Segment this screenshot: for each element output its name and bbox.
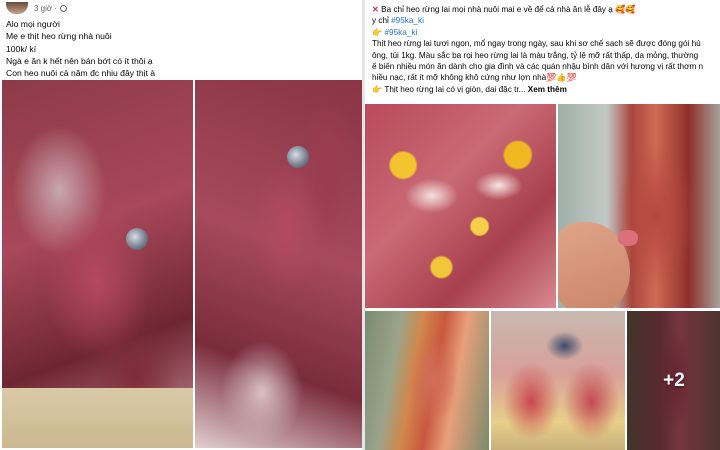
caption-line: ế biến nhiều món ăn dành cho gia đình và…	[372, 62, 704, 72]
post-photo-4[interactable]	[491, 311, 625, 450]
post-timestamp[interactable]: 3 giờ ·	[34, 3, 68, 13]
pig-eye	[126, 228, 148, 250]
hashtag-link[interactable]: #95ka_ki	[391, 16, 424, 25]
post-header: 3 giờ ·	[6, 2, 68, 14]
timestamp-text: 3 giờ ·	[34, 3, 58, 13]
more-photos-count: +2	[663, 369, 685, 391]
post-photo-1[interactable]	[365, 104, 556, 308]
caption-line: 100k/ kí	[6, 43, 37, 54]
caption-text: y chỉ	[372, 16, 389, 26]
pig-eye	[287, 146, 309, 168]
post-photo-5[interactable]: +2	[627, 311, 720, 450]
avatar[interactable]	[6, 2, 28, 14]
post-caption: Alo mọi người Mẹ e thịt heo rừng nhà nuô…	[6, 18, 155, 79]
post-photo-2[interactable]	[558, 104, 720, 308]
pointing-hand-icon: 👉	[372, 84, 383, 94]
post-photo-1[interactable]	[2, 80, 193, 448]
caption-text: Ba chỉ heo rừng lai mọi nhà nuôi mai e v…	[381, 5, 613, 14]
cross-emoji-icon: ✕	[372, 5, 379, 14]
caption-text: Thịt heo rừng lai có vị giòn, dai đặc tr…	[384, 84, 526, 94]
caption-line: ông, túi 1kg. Màu sắc ba rọi heo rừng la…	[372, 50, 699, 60]
caption-line: y chỉ #95ka_ki	[372, 15, 703, 26]
post-photo-2[interactable]	[195, 80, 362, 448]
right-post: ✕ Ba chỉ heo rừng lai mọi nhà nuôi mai e…	[362, 0, 720, 450]
emoji-group: 🥰🥰	[615, 5, 636, 14]
caption-line: 👉 Thịt heo rừng lai có vị giòn, dai đặc …	[372, 84, 703, 95]
caption-line: Thịt heo rừng lai tươi ngon, mổ ngay tro…	[372, 39, 701, 49]
caption-line: ✕ Ba chỉ heo rừng lai mọi nhà nuôi mai e…	[372, 4, 703, 15]
fingernail-image	[618, 230, 638, 246]
globe-icon	[60, 4, 68, 12]
pointing-hand-icon: 👉	[372, 27, 383, 37]
post-caption: ✕ Ba chỉ heo rừng lai mọi nhà nuôi mai e…	[372, 4, 703, 95]
see-more-link[interactable]: Xem thêm	[528, 85, 567, 94]
caption-line: 👉 #95ka_ki	[372, 27, 703, 38]
more-photos-overlay[interactable]: +2	[627, 311, 720, 450]
caption-line: Ngà e ăn k hết nên bán bớt có ít thôi ạ	[6, 55, 153, 66]
caption-line: hiều nạc, rất ít mỡ không khô cứng như l…	[372, 73, 577, 83]
caption-line: Mẹ e thịt heo rừng nhà nuôi	[6, 31, 112, 42]
caption-line: Con heo nuôi cả năm đc nhiu đây thịt à	[6, 68, 156, 79]
post-photo-3[interactable]	[365, 311, 489, 450]
hashtag-link[interactable]: #95ka_ki	[384, 28, 417, 37]
left-post: 3 giờ · Alo mọi người Mẹ e thịt heo rừng…	[0, 0, 362, 450]
cardboard-area	[2, 388, 193, 448]
caption-line: Alo mọi người	[6, 19, 60, 29]
